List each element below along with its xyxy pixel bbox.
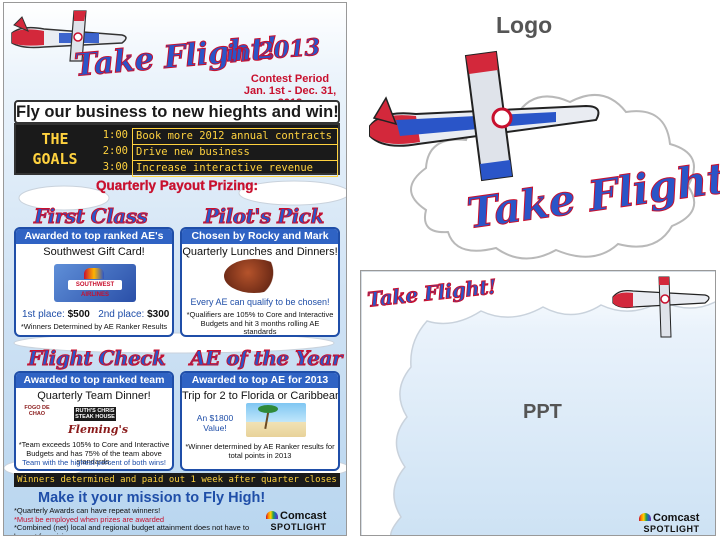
contest-period-label: Contest Period — [250, 73, 330, 85]
pilots-pick-note: *Qualifiers are 105% to Core and Interac… — [186, 310, 334, 336]
goal-text: Book more 2012 annual contracts — [132, 128, 338, 145]
flight-check-title: Flight Check — [27, 346, 166, 371]
first-class-band: Awarded to top ranked AE's — [16, 229, 172, 244]
contest-poster: Take Flight! in 2013 Contest Period Jan.… — [3, 2, 347, 536]
ae-of-year-band: Awarded to top AE for 2013 — [182, 373, 338, 388]
ae-of-year-title: AE of the Year — [190, 346, 343, 371]
pilots-pick-highlight: Every AE can qualify to be chosen! — [190, 297, 330, 307]
trip-value: An $1800 Value! — [196, 413, 234, 433]
palm-leaf-icon — [258, 405, 278, 413]
flemings-logo: Fleming's — [68, 423, 129, 436]
pilots-pick-band: Chosen by Rocky and Mark — [182, 229, 338, 244]
first-class-panel: Awarded to top ranked AE's Southwest Gif… — [14, 227, 174, 337]
goal-time: 1:00 — [102, 129, 128, 141]
pilots-pick-headline: Quarterly Lunches and Dinners! — [182, 246, 338, 258]
footnotes: *Quarterly Awards can have repeat winner… — [14, 506, 254, 536]
flight-check-panel: Awarded to top ranked team Quarterly Tea… — [14, 371, 174, 471]
footnote: *Combined (net) local and regional budge… — [14, 523, 250, 536]
prize-1-value: $500 — [67, 309, 90, 320]
prize-2-value: $300 — [147, 309, 170, 320]
prize-1-label: 1st place: — [22, 309, 65, 320]
logo-art — [369, 50, 696, 260]
ae-of-year-note: *Winner determined by AE Ranker results … — [185, 442, 335, 460]
brand-sub: SPOTLIGHT — [270, 522, 327, 532]
fogo-logo: FOGO DE CHAO — [24, 405, 50, 417]
goals-label: THE GOALS — [32, 130, 78, 168]
first-class-headline: Southwest Gift Card! — [43, 246, 145, 258]
goals-board: THE GOALS 1:00 Book more 2012 annual con… — [14, 123, 340, 177]
gift-card: SOUTHWEST AIRLINES — [54, 264, 136, 302]
ppt-label: PPT — [523, 401, 562, 423]
beach-image — [246, 403, 306, 437]
comcast-spotlight-logo: Comcast SPOTLIGHT — [266, 511, 326, 533]
payout-title: Quarterly Payout Prizing: — [95, 178, 259, 193]
brand-sub: SPOTLIGHT — [643, 524, 700, 534]
ae-of-year-headline: Trip for 2 to Florida or Caribbean! — [182, 390, 340, 402]
first-class-note: *Winners Determined by AE Ranker Results — [20, 322, 168, 331]
steak-image — [224, 259, 284, 293]
goal-time: 2:00 — [102, 145, 128, 157]
ruths-chris-logo: RUTH'S CHRIS STEAK HOUSE — [74, 407, 116, 421]
goal-text: Drive new business — [132, 144, 338, 161]
tagline: Fly our business to new hieghts and win! — [14, 100, 340, 124]
mission-line: Make it your mission to Fly High! — [38, 490, 266, 506]
brand-name: Comcast — [653, 512, 700, 524]
peacock-icon — [266, 511, 278, 519]
logo-artwork: Take Flight! — [356, 40, 720, 272]
logo-label: Logo — [496, 12, 553, 38]
comcast-spotlight-logo: Comcast SPOTLIGHT — [639, 513, 699, 535]
first-class-title: First Class — [33, 204, 148, 229]
pilots-pick-panel: Chosen by Rocky and Mark Quarterly Lunch… — [180, 227, 340, 337]
pilots-pick-title: Pilot's Pick — [204, 204, 325, 229]
peacock-icon — [639, 513, 651, 521]
flight-check-headline: Quarterly Team Dinner! — [37, 390, 151, 402]
flight-check-band: Awarded to top ranked team — [16, 373, 172, 388]
goal-text: Increase interactive revenue — [132, 160, 338, 177]
flight-check-highlight: Team with the highest percent of both wi… — [22, 458, 166, 467]
page: Take Flight! in 2013 Contest Period Jan.… — [0, 0, 720, 540]
brand-name: Comcast — [280, 510, 327, 522]
winners-bar: Winners determined and paid out 1 week a… — [14, 473, 340, 487]
goal-time: 3:00 — [102, 161, 128, 173]
prize-line: 1st place: $500 2nd place: $300 — [22, 309, 169, 320]
prize-2-label: 2nd place: — [98, 309, 145, 320]
gift-card-text: SOUTHWEST AIRLINES — [68, 280, 122, 298]
ae-of-year-panel: Awarded to top AE for 2013 Trip for 2 to… — [180, 371, 340, 471]
ppt-slide: Take Flight! PPT Comcast SPOTLIGHT — [360, 270, 716, 536]
heart-icon — [84, 268, 104, 279]
